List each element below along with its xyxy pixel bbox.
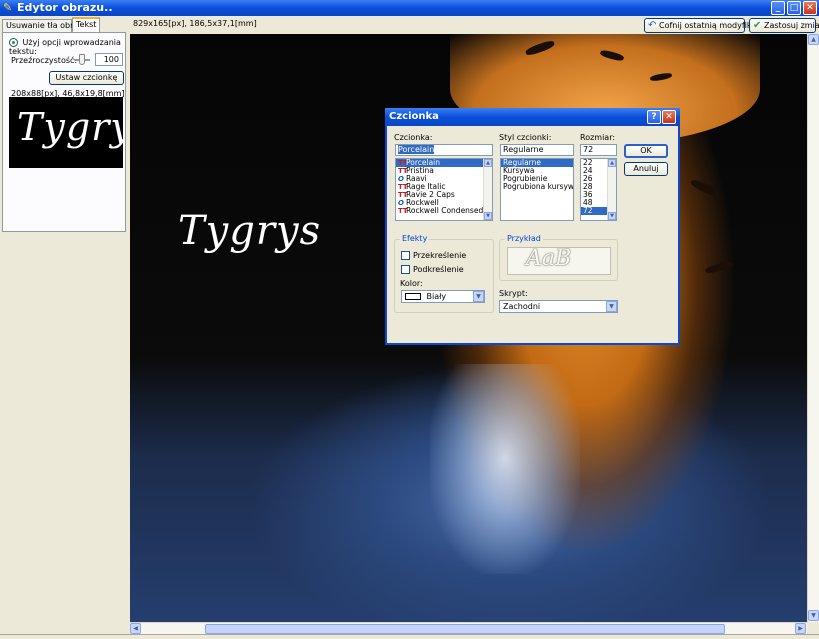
preview-text: Tygrys bbox=[17, 105, 123, 149]
strikeout-label: Przekreślenie bbox=[413, 251, 467, 260]
chevron-down-icon[interactable]: ▼ bbox=[606, 301, 617, 312]
font-dialog-title: Czcionka bbox=[389, 111, 439, 122]
effects-group: Efekty Przekreślenie Podkreślenie Kolor:… bbox=[394, 234, 494, 313]
truetype-font-icon: TT bbox=[398, 191, 408, 199]
font-list: TTPorcelain TTPristina O Raavi TTRage Italic… bbox=[396, 159, 492, 215]
script-label: Skrypt: bbox=[499, 289, 528, 298]
list-item[interactable]: TTRockwell Condensed bbox=[396, 206, 492, 216]
top-toolbar: 829x165[px], 186,5x37,1[mm] ↶ Cofnij ost… bbox=[128, 16, 819, 34]
list-item-label: Pogrubiona kursywa bbox=[503, 182, 574, 191]
tiger-stripe bbox=[689, 178, 721, 198]
opentype-font-icon: O bbox=[398, 175, 404, 183]
tiger-stripe bbox=[704, 260, 734, 275]
help-button[interactable]: ? bbox=[647, 110, 661, 124]
minimize-button[interactable]: _ bbox=[771, 1, 785, 15]
water-splash-image bbox=[430, 364, 580, 574]
color-value: Biały bbox=[426, 292, 447, 301]
font-name-value: Porcelain bbox=[398, 145, 435, 154]
style-label: Styl czcionki: bbox=[499, 133, 552, 142]
size-listbox[interactable]: 22 24 26 28 36 48 72 ▲ ▼ bbox=[580, 158, 617, 221]
opentype-font-icon: O bbox=[398, 199, 404, 207]
left-panel: Usuwanie tła obrazu Tekst Użyj opcji wpr… bbox=[0, 16, 128, 639]
undo-button[interactable]: ↶ Cofnij ostatnią modyfikację bbox=[644, 18, 768, 33]
checkmark-icon: ✔ bbox=[753, 20, 762, 31]
font-dialog: Czcionka ? ✕ Czcionka: Porcelain TTPorce… bbox=[385, 108, 680, 345]
scroll-down-icon[interactable]: ▼ bbox=[808, 610, 819, 621]
app-edit-icon: ✎ bbox=[3, 1, 13, 14]
opacity-slider[interactable] bbox=[74, 54, 90, 66]
tab-text[interactable]: Tekst bbox=[72, 17, 100, 32]
truetype-font-icon: TT bbox=[398, 183, 408, 191]
chevron-down-icon[interactable]: ▼ bbox=[473, 291, 484, 302]
truetype-font-icon: TT bbox=[398, 159, 408, 167]
text-tab-page: Użyj opcji wprowadzania tekstu: Przeźroc… bbox=[2, 32, 126, 232]
scroll-up-icon[interactable]: ▲ bbox=[608, 159, 616, 167]
font-label: Czcionka: bbox=[394, 133, 433, 142]
style-list: Regularne Kursywa Pogrubienie Pogrubiona ku… bbox=[501, 159, 573, 191]
size-list-scrollbar[interactable]: ▲ ▼ bbox=[607, 159, 616, 220]
list-item-label: 72 bbox=[583, 206, 593, 215]
font-dialog-title-bar[interactable]: Czcionka ? ✕ bbox=[385, 108, 680, 126]
scroll-up-icon[interactable]: ▲ bbox=[484, 159, 492, 167]
horizontal-scroll-thumb[interactable] bbox=[205, 624, 725, 634]
font-sample-text: AaB bbox=[526, 247, 572, 271]
font-list-scrollbar[interactable]: ▲ ▼ bbox=[483, 159, 492, 220]
set-font-button[interactable]: Ustaw czcionkę bbox=[49, 71, 124, 85]
apply-changes-button[interactable]: ✔ Zastosuj zmiany bbox=[749, 18, 819, 33]
font-listbox[interactable]: TTPorcelain TTPristina O Raavi TTRage Italic… bbox=[395, 158, 493, 221]
scroll-right-icon[interactable]: ▶ bbox=[795, 623, 806, 634]
underline-checkbox[interactable] bbox=[401, 265, 410, 274]
font-name-input[interactable]: Porcelain bbox=[395, 144, 493, 156]
maximize-button[interactable]: □ bbox=[787, 1, 801, 15]
close-button[interactable]: ✕ bbox=[803, 1, 817, 15]
window-title: Edytor obrazu.. bbox=[17, 1, 113, 14]
scroll-down-icon[interactable]: ▼ bbox=[484, 212, 492, 220]
vertical-scrollbar[interactable]: ▲ ▼ bbox=[807, 34, 819, 622]
color-label: Kolor: bbox=[400, 279, 423, 288]
slider-thumb[interactable] bbox=[79, 54, 85, 65]
list-item-label: Rockwell Condensed bbox=[406, 206, 484, 215]
font-size-input[interactable]: 72 bbox=[580, 144, 617, 156]
truetype-font-icon: TT bbox=[398, 207, 408, 215]
horizontal-scrollbar[interactable]: ◀ ▶ bbox=[130, 622, 807, 634]
sample-group: Przykład AaB bbox=[499, 234, 618, 281]
dialog-close-button[interactable]: ✕ bbox=[662, 110, 676, 124]
text-preview: Tygrys bbox=[9, 97, 123, 168]
font-style-input[interactable]: Regularne bbox=[500, 144, 574, 156]
opacity-label: Przeźroczystość: bbox=[11, 56, 78, 65]
size-label: Rozmiar: bbox=[580, 133, 616, 142]
image-dimensions-readout: 829x165[px], 186,5x37,1[mm] bbox=[133, 19, 257, 28]
radio-selected-icon[interactable] bbox=[9, 38, 18, 47]
scroll-left-icon[interactable]: ◀ bbox=[130, 623, 141, 634]
status-bar bbox=[0, 634, 819, 639]
underline-label: Podkreślenie bbox=[413, 265, 464, 274]
sample-group-label: Przykład bbox=[505, 234, 543, 243]
tab-background-removal[interactable]: Usuwanie tła obrazu bbox=[2, 19, 88, 32]
ok-button[interactable]: OK bbox=[624, 144, 668, 158]
apply-button-label: Zastosuj zmiany bbox=[764, 21, 819, 30]
window-title-bar[interactable]: ✎ Edytor obrazu.. _ □ ✕ bbox=[0, 0, 819, 16]
undo-arrow-icon: ↶ bbox=[648, 20, 657, 31]
list-item[interactable]: Pogrubiona kursywa bbox=[501, 183, 573, 191]
cancel-button[interactable]: Anuluj bbox=[624, 162, 668, 176]
scroll-down-icon[interactable]: ▼ bbox=[608, 212, 616, 220]
script-value: Zachodni bbox=[503, 302, 541, 311]
color-swatch bbox=[405, 293, 421, 300]
effects-group-label: Efekty bbox=[400, 234, 430, 243]
style-listbox[interactable]: Regularne Kursywa Pogrubienie Pogrubiona ku… bbox=[500, 158, 574, 221]
truetype-font-icon: TT bbox=[398, 167, 408, 175]
scroll-up-icon[interactable]: ▲ bbox=[808, 34, 819, 45]
script-dropdown[interactable]: Zachodni ▼ bbox=[499, 300, 618, 313]
opacity-input[interactable]: 100 bbox=[95, 53, 123, 66]
strikeout-checkbox[interactable] bbox=[401, 251, 410, 260]
font-sample-box: AaB bbox=[507, 247, 611, 275]
canvas-text-overlay[interactable]: Tygrys bbox=[178, 208, 321, 254]
color-dropdown[interactable]: Biały ▼ bbox=[401, 290, 485, 303]
